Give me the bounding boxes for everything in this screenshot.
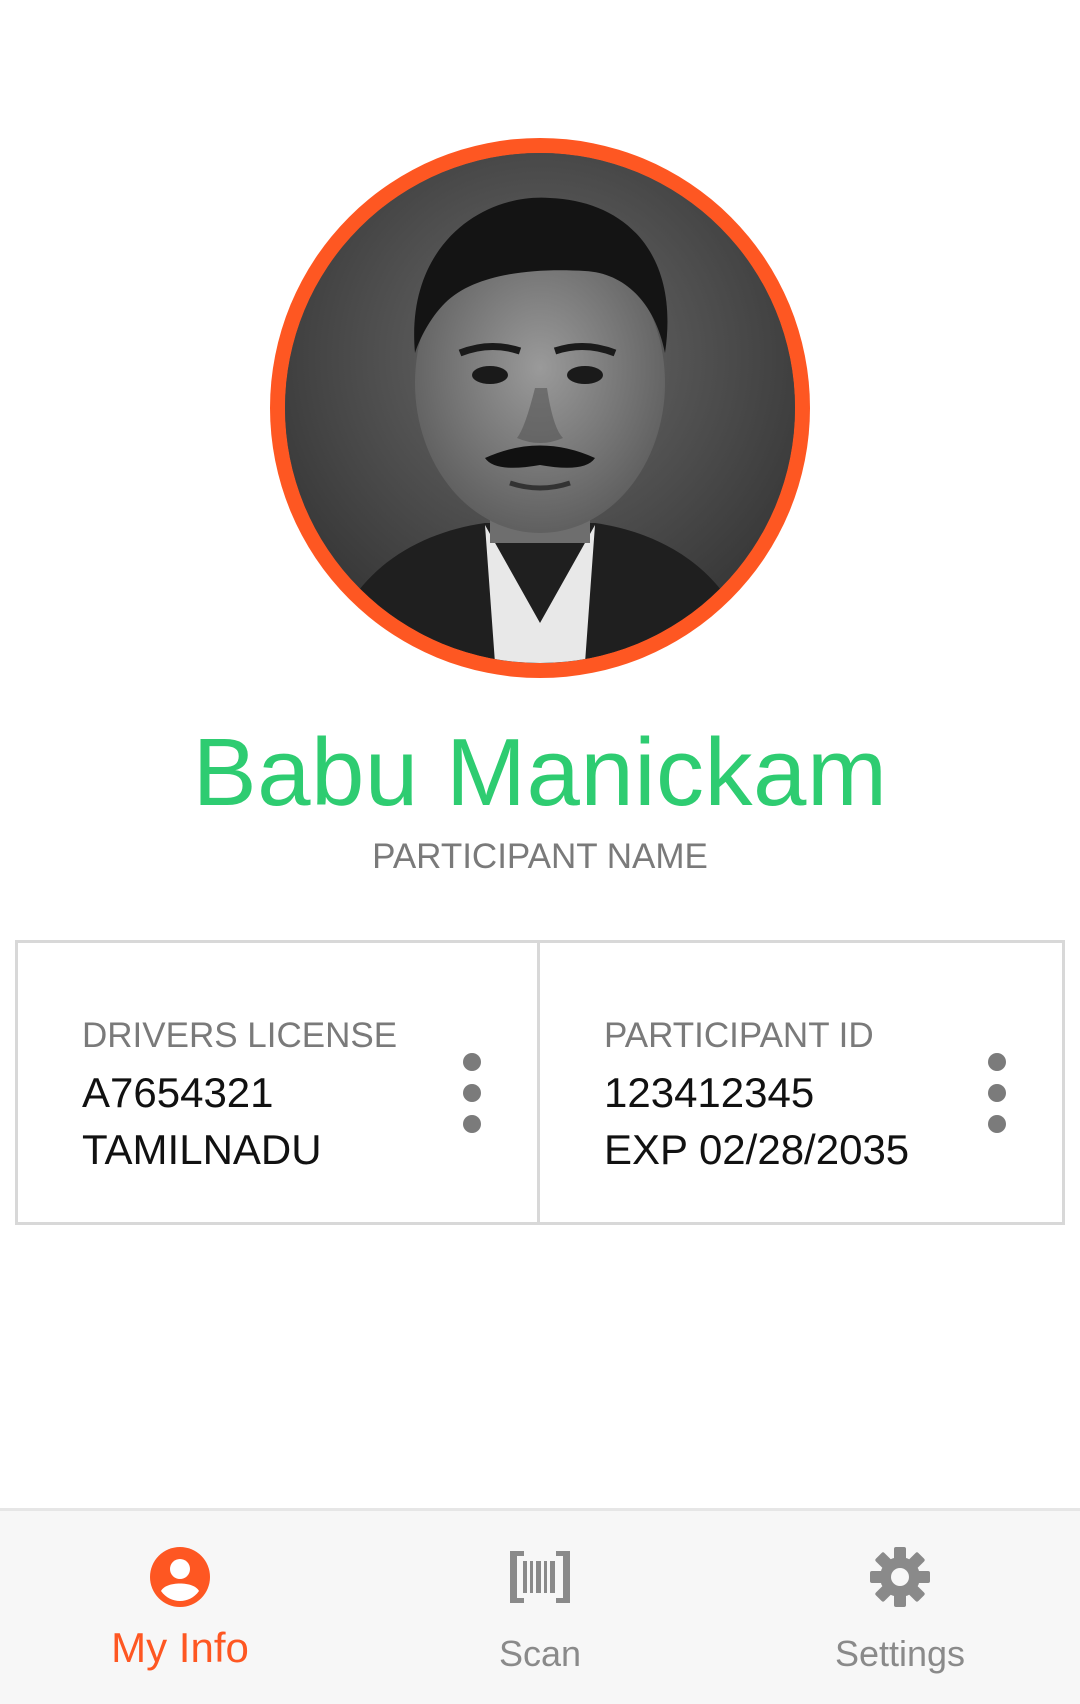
nav-label: My Info (111, 1624, 249, 1671)
participant-name-caption: PARTICIPANT NAME (372, 837, 708, 876)
more-vert-icon[interactable] (457, 1053, 487, 1133)
gear-icon (870, 1547, 930, 1607)
card-label: DRIVERS LICENSE (82, 1016, 398, 1055)
card-label: PARTICIPANT ID (604, 1016, 874, 1055)
drivers-license-card[interactable]: DRIVERS LICENSE A7654321 TAMILNADU (15, 940, 540, 1225)
participant-id-card[interactable]: PARTICIPANT ID 123412345 EXP 02/28/2035 (537, 940, 1065, 1225)
nav-item-scan[interactable]: Scan (360, 1511, 720, 1704)
more-vert-icon[interactable] (982, 1053, 1012, 1133)
barcode-icon (510, 1551, 570, 1603)
dot (463, 1084, 481, 1102)
dot (988, 1053, 1006, 1071)
dot (988, 1115, 1006, 1133)
avatar-ring (270, 138, 810, 678)
nav-item-settings[interactable]: Settings (720, 1511, 1080, 1704)
account-circle-icon (150, 1547, 210, 1607)
dot (463, 1115, 481, 1133)
nav-label: Scan (498, 1633, 582, 1674)
avatar-photo (285, 153, 795, 663)
bottom-navigation: My Info Scan Settings (0, 1508, 1080, 1704)
dot (988, 1084, 1006, 1102)
license-state: TAMILNADU (82, 1126, 322, 1173)
nav-label: Settings (834, 1633, 966, 1674)
participant-id-number: 123412345 (604, 1069, 815, 1116)
dot (463, 1053, 481, 1071)
participant-id-expiry: EXP 02/28/2035 (604, 1126, 910, 1173)
nav-item-my-info[interactable]: My Info (0, 1511, 360, 1704)
license-number: A7654321 (82, 1069, 274, 1116)
avatar[interactable] (285, 153, 795, 663)
id-cards: DRIVERS LICENSE A7654321 TAMILNADU PARTI… (15, 940, 1065, 1225)
my-info-screen: Babu Manickam PARTICIPANT NAME DRIVERS L… (0, 0, 1080, 1704)
participant-name: Babu Manickam (192, 719, 888, 826)
